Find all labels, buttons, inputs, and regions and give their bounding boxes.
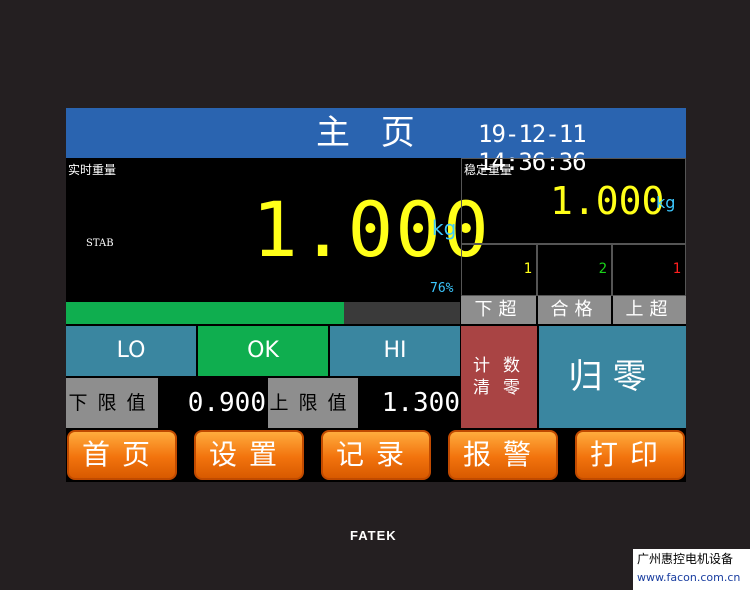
weight-progress-fill — [66, 302, 345, 324]
under-count-cell: 1 — [461, 244, 537, 296]
clear-count-char: 零 — [503, 378, 520, 398]
clear-count-button[interactable]: 计 数 清 零 — [461, 326, 537, 428]
brand-logo: FATEK — [350, 528, 397, 543]
weight-progress-bar — [66, 302, 460, 324]
pass-count-value: 2 — [598, 261, 607, 277]
progress-percent: 76% — [430, 281, 454, 296]
lower-limit-input[interactable]: 0.900 — [158, 378, 266, 428]
nav-records-button[interactable]: 记录 — [321, 430, 431, 480]
stable-weight-unit: kg — [656, 193, 676, 212]
nav-home-button[interactable]: 首页 — [67, 430, 177, 480]
realtime-weight-label: 实时重量 — [68, 163, 117, 177]
under-count-value: 1 — [523, 261, 532, 277]
pass-count-label: 合格 — [538, 296, 611, 324]
clear-count-char: 计 — [473, 356, 490, 376]
clear-count-char: 数 — [503, 356, 520, 376]
stable-weight-label: 稳定重量 — [464, 163, 513, 177]
nav-alarm-button[interactable]: 报警 — [448, 430, 558, 480]
watermark-company: 广州惠控电机设备 — [637, 552, 734, 566]
watermark-url: www.facon.com.cn — [637, 571, 741, 584]
watermark: 广州惠控电机设备 www.facon.com.cn — [633, 549, 750, 590]
stable-weight-value: 1.000 — [550, 179, 665, 223]
page-title: 主 页 — [316, 113, 425, 153]
realtime-weight-unit: kg — [432, 216, 457, 240]
zero-button[interactable]: 归零 — [539, 326, 686, 428]
ok-indicator: OK — [198, 326, 328, 376]
lower-limit-label: 下限值 — [66, 378, 158, 428]
clear-count-char: 清 — [473, 378, 490, 398]
upper-limit-label: 上限值 — [268, 378, 358, 428]
pass-count-cell: 2 — [537, 244, 612, 296]
over-count-value: 1 — [672, 261, 681, 277]
hmi-screen: 主 页 19-12-11 14:36:36 实时重量 STAB 1.000 kg… — [66, 108, 686, 482]
nav-print-button[interactable]: 打印 — [575, 430, 685, 480]
hi-indicator: HI — [330, 326, 460, 376]
stab-indicator: STAB — [86, 238, 114, 249]
upper-limit-input[interactable]: 1.300 — [358, 378, 460, 428]
stable-weight-panel: 稳定重量 1.000 kg — [461, 158, 686, 244]
nav-settings-button[interactable]: 设置 — [194, 430, 304, 480]
title-bar: 主 页 19-12-11 14:36:36 — [66, 108, 686, 176]
lo-indicator: LO — [66, 326, 196, 376]
over-count-label: 上超 — [613, 296, 686, 324]
over-count-cell: 1 — [612, 244, 686, 296]
under-count-label: 下超 — [461, 296, 536, 324]
